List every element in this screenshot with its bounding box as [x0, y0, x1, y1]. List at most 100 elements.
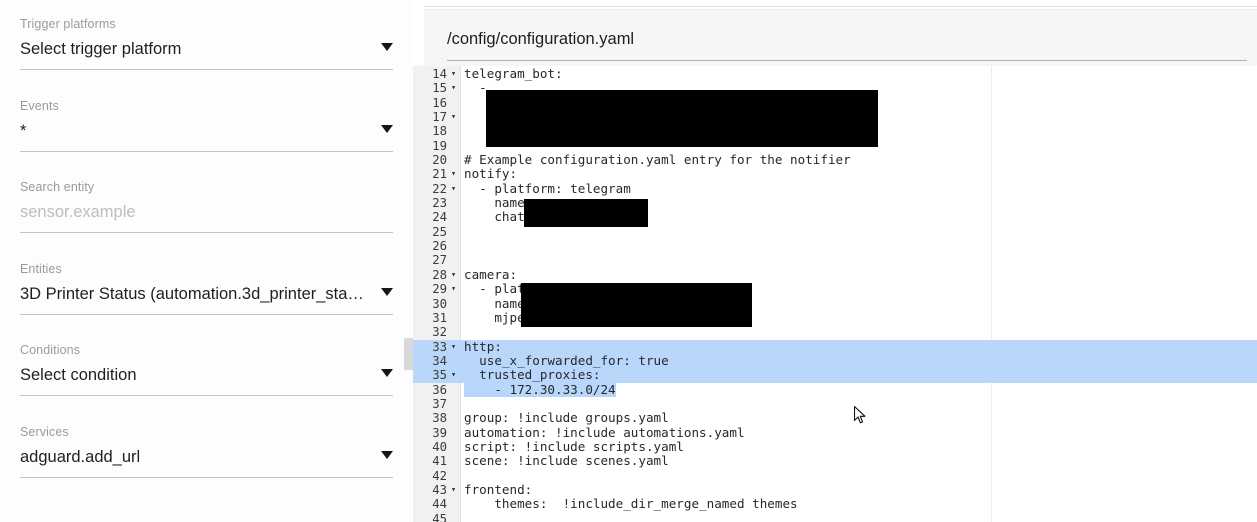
code-line-text: group: !include groups.yaml	[464, 410, 669, 426]
line-number: 35 ▾	[432, 368, 458, 383]
code-line[interactable]: 14 ▾ telegram_bot:	[413, 66, 1257, 81]
editor-panel: /config/configuration.yaml 14 ▾ telegram_b…	[413, 0, 1257, 522]
line-number: 14 ▾	[432, 67, 458, 81]
fold-arrow-icon[interactable]: ▾	[449, 340, 458, 354]
code-line[interactable]: 33 ▾ http:	[413, 338, 1257, 354]
field-value-services: adguard.add_url	[20, 447, 141, 466]
code-line[interactable]: 26	[413, 239, 1257, 253]
fold-arrow-icon[interactable]: ▾	[449, 368, 458, 382]
line-number: 18	[432, 124, 447, 139]
fold-arrow-icon[interactable]: ▾	[449, 282, 458, 296]
code-line[interactable]: 45	[413, 512, 1257, 522]
fold-arrow-icon[interactable]: ▾	[449, 81, 458, 95]
fold-arrow-icon[interactable]: ▾	[449, 67, 458, 81]
code-line-text: automation: !include automations.yaml	[464, 424, 745, 440]
code-line[interactable]: 38 group: !include groups.yaml	[413, 410, 1257, 426]
dropdown-entities[interactable]: 3D Printer Status (automation.3d_printer…	[20, 284, 393, 315]
code-line[interactable]: 28 ▾ camera:	[413, 266, 1257, 282]
redaction-telegram-credentials	[486, 90, 878, 147]
code-line[interactable]: 22 ▾ - platform: telegram	[413, 180, 1257, 196]
field-conditions: Conditions Select condition	[20, 342, 393, 396]
sidebar-scrollbar-thumb[interactable]	[404, 338, 413, 370]
search-entity-input-wrap[interactable]: sensor.example	[20, 202, 393, 233]
code-line[interactable]: 43 ▾ frontend:	[413, 482, 1257, 497]
chevron-down-icon[interactable]	[381, 287, 393, 296]
fold-arrow-icon[interactable]: ▾	[449, 110, 458, 124]
line-number: 26	[432, 239, 447, 254]
code-line[interactable]: 42	[413, 469, 1257, 483]
line-number: 43 ▾	[432, 482, 458, 497]
fold-arrow-icon[interactable]: ▾	[449, 483, 458, 497]
code-line[interactable]: 32	[413, 325, 1257, 339]
code-line-text: - platform: telegram	[464, 180, 631, 196]
code-line[interactable]: 39 automation: !include automations.yaml	[413, 424, 1257, 440]
chevron-down-icon[interactable]	[381, 43, 393, 51]
line-number: 21 ▾	[432, 167, 458, 182]
code-line[interactable]: 40 script: !include scripts.yaml	[413, 438, 1257, 454]
line-number: 36	[432, 382, 447, 397]
code-line-text: # Example configuration.yaml entry for t…	[464, 152, 851, 168]
code-editor[interactable]: 14 ▾ telegram_bot: 15 ▾ - 16 17 ▾ 18 19 20 # Examp…	[413, 66, 1257, 522]
code-line-text: notify:	[464, 166, 518, 182]
field-trigger-platforms: Trigger platforms Select trigger platfor…	[20, 16, 393, 70]
fold-arrow-icon[interactable]: ▾	[449, 167, 458, 181]
code-line[interactable]: 44 themes: !include_dir_merge_named them…	[413, 496, 1257, 512]
field-value-entities: 3D Printer Status (automation.3d_printer…	[20, 284, 367, 303]
line-number: 25	[432, 224, 447, 239]
code-editor-body[interactable]: 14 ▾ telegram_bot: 15 ▾ - 16 17 ▾ 18 19 20 # Examp…	[413, 66, 1257, 522]
fold-arrow-icon[interactable]: ▾	[449, 182, 458, 196]
field-label-trigger-platforms: Trigger platforms	[20, 17, 116, 31]
code-line-text: themes: !include_dir_merge_named themes	[464, 496, 798, 512]
line-number: 23	[432, 196, 447, 211]
line-number: 41	[432, 454, 447, 469]
line-number: 38	[432, 411, 447, 426]
field-services: Services adguard.add_url	[20, 424, 393, 478]
line-number: 45	[432, 511, 447, 522]
field-label-search-entity: Search entity	[20, 180, 95, 194]
line-number: 28 ▾	[432, 267, 458, 282]
dropdown-trigger-platforms[interactable]: Select trigger platform	[20, 39, 393, 70]
line-number: 40	[432, 439, 447, 454]
line-number: 37	[432, 396, 447, 411]
code-line[interactable]: 34 use_x_forwarded_for: true	[413, 353, 1257, 369]
code-line-text: trusted_proxies:	[464, 367, 601, 383]
code-line-text: scene: !include scenes.yaml	[464, 453, 669, 469]
line-number: 39	[432, 425, 447, 440]
dropdown-events[interactable]: *	[20, 121, 393, 152]
chevron-down-icon[interactable]	[381, 369, 393, 377]
fold-arrow-icon[interactable]: ▾	[449, 268, 458, 282]
dropdown-services[interactable]: adguard.add_url	[20, 447, 393, 478]
file-path-underline: /config/configuration.yaml	[447, 29, 1247, 61]
code-line[interactable]: 27	[413, 253, 1257, 267]
code-line[interactable]: 36 - 172.30.33.0/24	[413, 382, 1257, 397]
line-number: 30	[432, 296, 447, 311]
code-line-text: telegram_bot:	[464, 66, 563, 81]
field-events: Events *	[20, 98, 393, 152]
code-line-text: camera:	[464, 266, 518, 282]
code-line-text: http:	[464, 338, 502, 354]
top-divider	[424, 6, 1257, 7]
field-label-entities: Entities	[20, 261, 62, 276]
code-line[interactable]: 35 ▾ trusted_proxies:	[413, 367, 1257, 383]
code-line[interactable]: 37	[413, 397, 1257, 411]
sidebar-scrollbar[interactable]	[404, 0, 413, 522]
line-number: 27	[432, 253, 447, 268]
code-line-text: script: !include scripts.yaml	[464, 438, 684, 454]
field-value-events: *	[20, 121, 27, 140]
line-number: 17 ▾	[432, 110, 458, 125]
code-line[interactable]: 21 ▾ notify:	[413, 166, 1257, 182]
chevron-down-icon[interactable]	[381, 450, 393, 459]
sidebar-form-fields: Trigger platforms Select trigger platfor…	[0, 0, 413, 478]
file-path-text: /config/configuration.yaml	[447, 30, 635, 48]
field-search-entity: Search entity sensor.example	[20, 179, 393, 233]
dropdown-conditions[interactable]: Select condition	[20, 365, 393, 396]
line-number: 44	[432, 497, 447, 512]
redaction-notify-name-chatid	[524, 199, 648, 227]
code-line[interactable]: 41 scene: !include scenes.yaml	[413, 453, 1257, 469]
field-value-trigger-platforms: Select trigger platform	[20, 40, 182, 58]
chevron-down-icon[interactable]	[381, 124, 393, 133]
trigger-form-sidebar: Trigger platforms Select trigger platfor…	[0, 0, 413, 522]
code-line[interactable]: 20 # Example configuration.yaml entry for…	[413, 152, 1257, 168]
search-entity-input[interactable]: sensor.example	[20, 202, 393, 223]
redaction-camera-config	[521, 283, 752, 327]
